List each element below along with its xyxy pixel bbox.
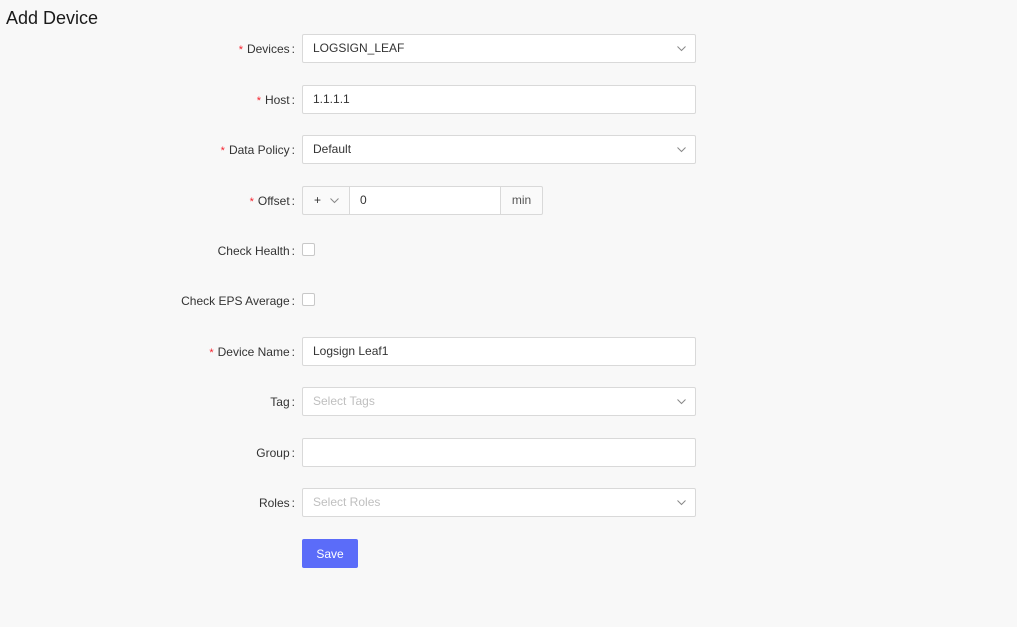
offset-sign-value: + xyxy=(314,193,322,207)
data-policy-row: * Data Policy: Default xyxy=(0,135,1017,165)
offset-unit-addon: min xyxy=(501,186,543,215)
offset-row: * Offset: + 0 min xyxy=(0,186,1017,216)
group-label: Group: xyxy=(256,446,295,460)
device-name-input-value: Logsign Leaf1 xyxy=(313,344,389,358)
roles-row: Roles: Select Roles xyxy=(0,488,1017,518)
save-button[interactable]: Save xyxy=(302,539,358,568)
offset-sign-select[interactable]: + xyxy=(302,186,349,215)
roles-label: Roles: xyxy=(258,496,295,510)
chevron-down-icon xyxy=(677,145,686,154)
required-mark: * xyxy=(220,145,225,157)
data-policy-label: * Data Policy: xyxy=(220,143,295,157)
check-eps-average-row: Check EPS Average: xyxy=(0,286,1017,316)
group-input[interactable] xyxy=(302,438,696,467)
tag-select[interactable]: Select Tags xyxy=(302,387,696,416)
devices-row: * Devices: LOGSIGN_LEAF xyxy=(0,34,1017,64)
host-input[interactable]: 1.1.1.1 xyxy=(302,85,696,114)
chevron-down-icon xyxy=(677,44,686,53)
check-health-label: Check Health: xyxy=(217,244,295,258)
host-label: * Host: xyxy=(256,93,295,107)
tag-select-placeholder: Select Tags xyxy=(313,394,375,408)
required-mark: * xyxy=(209,347,214,359)
chevron-down-icon xyxy=(677,397,686,406)
devices-select[interactable]: LOGSIGN_LEAF xyxy=(302,34,696,63)
data-policy-select[interactable]: Default xyxy=(302,135,696,164)
required-mark: * xyxy=(249,196,254,208)
required-mark: * xyxy=(256,95,261,107)
tag-label: Tag: xyxy=(270,395,295,409)
check-health-row: Check Health: xyxy=(0,236,1017,266)
host-input-value: 1.1.1.1 xyxy=(313,92,350,106)
devices-label: * Devices: xyxy=(238,42,295,56)
data-policy-select-value: Default xyxy=(313,142,352,156)
roles-select-placeholder: Select Roles xyxy=(313,495,381,509)
device-name-label: * Device Name: xyxy=(209,345,295,359)
check-eps-average-checkbox[interactable] xyxy=(302,293,315,306)
offset-label: * Offset: xyxy=(249,194,295,208)
page-title: Add Device xyxy=(6,8,99,28)
tag-row: Tag: Select Tags xyxy=(0,387,1017,417)
device-name-row: * Device Name: Logsign Leaf1 xyxy=(0,337,1017,367)
check-health-checkbox[interactable] xyxy=(302,243,315,256)
devices-select-value: LOGSIGN_LEAF xyxy=(313,41,405,55)
check-eps-average-label: Check EPS Average: xyxy=(181,294,295,308)
chevron-down-icon xyxy=(677,498,686,507)
device-name-input[interactable]: Logsign Leaf1 xyxy=(302,337,696,366)
required-mark: * xyxy=(238,44,243,56)
offset-value-input[interactable]: 0 xyxy=(349,186,501,215)
host-row: * Host: 1.1.1.1 xyxy=(0,85,1017,115)
offset-input-group: + 0 min xyxy=(302,186,543,215)
chevron-down-icon xyxy=(330,196,339,205)
offset-value: 0 xyxy=(360,193,367,207)
roles-select[interactable]: Select Roles xyxy=(302,488,696,517)
group-row: Group: xyxy=(0,438,1017,468)
